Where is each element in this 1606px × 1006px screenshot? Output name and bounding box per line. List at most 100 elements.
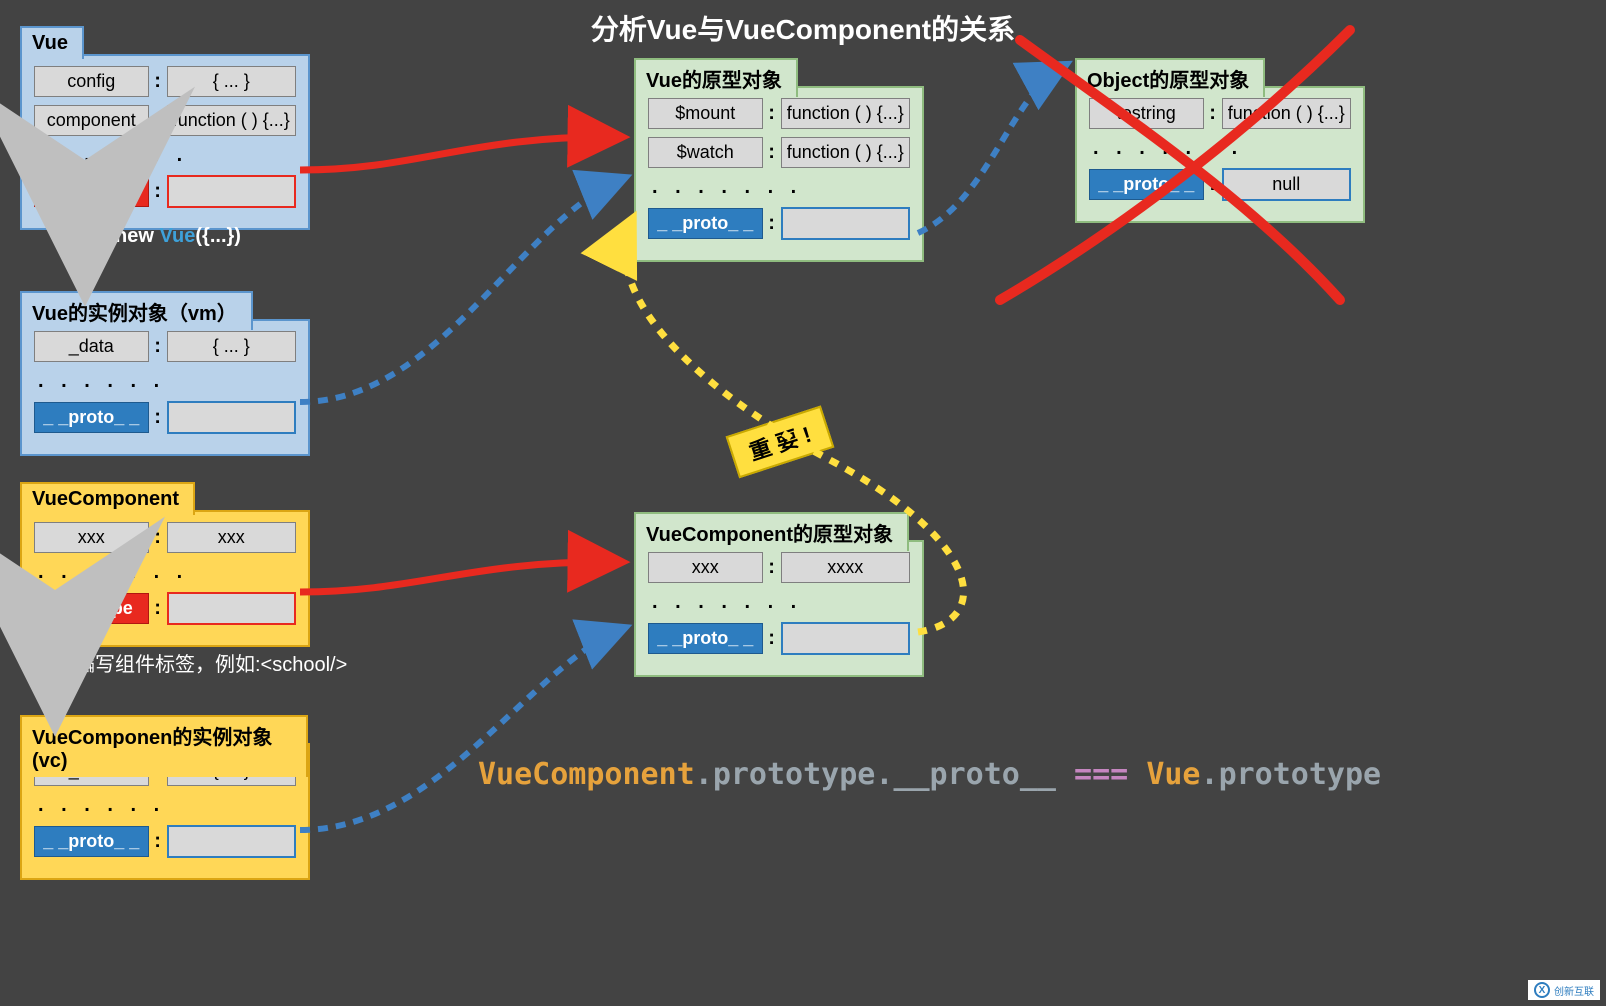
write-tag-label: 编写组件标签，例如:<school/> <box>75 648 347 677</box>
prop-val: { ... } <box>167 66 297 97</box>
proto-row: _ _proto_ _ : <box>648 207 910 240</box>
box-header: Vue的实例对象（vm） <box>20 291 253 330</box>
colon: : <box>763 141 781 164</box>
code-dot: . <box>875 757 893 792</box>
object-prototype-box: Object的原型对象 tostring : function ( ) {...… <box>1075 86 1365 223</box>
proto-key: _ _proto_ _ <box>1089 169 1204 200</box>
prop-row: _data : { ... } <box>34 331 296 362</box>
vuecomponent-constructor-box: VueComponent xxx : xxx . . . . . . . pro… <box>20 510 310 647</box>
code-dot: . <box>695 757 713 792</box>
code-token: Vue <box>1146 757 1200 792</box>
box-header: VueComponent <box>20 482 195 515</box>
args: ({...}) <box>195 225 241 247</box>
proto-chain-equation: VueComponent.prototype.__proto__ === Vue… <box>478 757 1381 792</box>
proto-row: _ _proto_ _ : <box>648 622 910 655</box>
prop-key: $watch <box>648 137 763 168</box>
box-header: VueComponen的实例对象(vc) <box>20 715 308 777</box>
ellipsis: . . . . . . . <box>38 144 296 167</box>
prop-row: config : { ... } <box>34 66 296 97</box>
code-token: prototype <box>713 757 876 792</box>
code-dot: . <box>1201 757 1219 792</box>
proto-row: _ _proto_ _ : <box>34 825 296 858</box>
proto-key: _ _proto_ _ <box>34 826 149 857</box>
prop-row: xxx : xxxx <box>648 552 910 583</box>
colon: : <box>149 526 167 549</box>
code-token: prototype <box>1219 757 1382 792</box>
colon: : <box>1204 102 1222 125</box>
colon: : <box>763 102 781 125</box>
ellipsis: . . . . . . <box>38 370 296 393</box>
vue-constructor-box: Vue config : { ... } component : functio… <box>20 54 310 230</box>
code-eq: === <box>1056 757 1146 792</box>
prop-val: function ( ) {...} <box>1222 98 1352 129</box>
proto-key: _ _proto_ _ <box>648 623 763 654</box>
watermark-icon: X <box>1534 982 1550 998</box>
colon: : <box>763 212 781 235</box>
prototype-val-empty <box>167 175 297 208</box>
prototype-key: prototype <box>34 593 149 624</box>
watermark-text: 创新互联 <box>1554 983 1594 998</box>
proto-key: _ _proto_ _ <box>34 402 149 433</box>
colon: : <box>1204 173 1222 196</box>
colon: : <box>149 597 167 620</box>
prop-key: config <box>34 66 149 97</box>
prop-row: component : function ( ) {...} <box>34 105 296 136</box>
box-header: Object的原型对象 <box>1075 58 1265 97</box>
colon: : <box>149 180 167 203</box>
proto-key: _ _proto_ _ <box>648 208 763 239</box>
prop-val: function ( ) {...} <box>167 105 297 136</box>
prop-row: xxx : xxx <box>34 522 296 553</box>
ellipsis: . . . . . . . <box>1093 137 1351 160</box>
proto-row: _ _proto_ _ : <box>34 401 296 434</box>
watermark: X 创新互联 <box>1528 980 1600 1000</box>
prop-key: _data <box>34 331 149 362</box>
code-token: VueComponent <box>478 757 695 792</box>
vue-prototype-box: Vue的原型对象 $mount : function ( ) {...} $wa… <box>634 86 924 262</box>
vuecomponent-instance-box: VueComponen的实例对象(vc) _data : { ... } . .… <box>20 743 310 880</box>
box-header: Vue <box>20 26 84 59</box>
colon: : <box>149 109 167 132</box>
colon: : <box>763 556 781 579</box>
ellipsis: . . . . . . . <box>652 176 910 199</box>
vm-instance-box: Vue的实例对象（vm） _data : { ... } . . . . . .… <box>20 319 310 456</box>
colon: : <box>149 406 167 429</box>
new-keyword: new <box>115 225 159 247</box>
box-header: VueComponent的原型对象 <box>634 512 909 551</box>
code-token: __proto__ <box>893 757 1056 792</box>
proto-val-empty <box>167 825 297 858</box>
colon: : <box>763 627 781 650</box>
prop-val: function ( ) {...} <box>781 98 911 129</box>
prop-row: $mount : function ( ) {...} <box>648 98 910 129</box>
diagram-title: 分析Vue与VueComponent的关系 <box>0 8 1606 48</box>
prop-key: $mount <box>648 98 763 129</box>
proto-val: null <box>1222 168 1352 201</box>
colon: : <box>149 70 167 93</box>
prototype-val-empty <box>167 592 297 625</box>
vue-identifier: Vue <box>159 225 195 247</box>
ellipsis: . . . . . . . <box>38 561 296 584</box>
prop-key: tostring <box>1089 98 1204 129</box>
ellipsis: . . . . . . . <box>652 591 910 614</box>
prop-key: xxx <box>34 522 149 553</box>
prototype-key: prototype <box>34 176 149 207</box>
prop-key: component <box>34 105 149 136</box>
proto-row: _ _proto_ _ : null <box>1089 168 1351 201</box>
prop-val: xxxx <box>781 552 911 583</box>
new-vue-label: new Vue({...}) <box>115 225 241 248</box>
prototype-row: prototype : <box>34 175 296 208</box>
prop-val: function ( ) {...} <box>781 137 911 168</box>
prototype-row: prototype : <box>34 592 296 625</box>
colon: : <box>149 335 167 358</box>
proto-val-empty <box>781 207 911 240</box>
prop-row: tostring : function ( ) {...} <box>1089 98 1351 129</box>
vuecomponent-prototype-box: VueComponent的原型对象 xxx : xxxx . . . . . .… <box>634 540 924 677</box>
prop-row: $watch : function ( ) {...} <box>648 137 910 168</box>
colon: : <box>149 830 167 853</box>
ellipsis: . . . . . . <box>38 794 296 817</box>
prop-val: { ... } <box>167 331 297 362</box>
prop-val: xxx <box>167 522 297 553</box>
prop-key: xxx <box>648 552 763 583</box>
box-header: Vue的原型对象 <box>634 58 798 97</box>
proto-val-empty <box>167 401 297 434</box>
important-badge: 重 要 ! <box>726 406 834 479</box>
